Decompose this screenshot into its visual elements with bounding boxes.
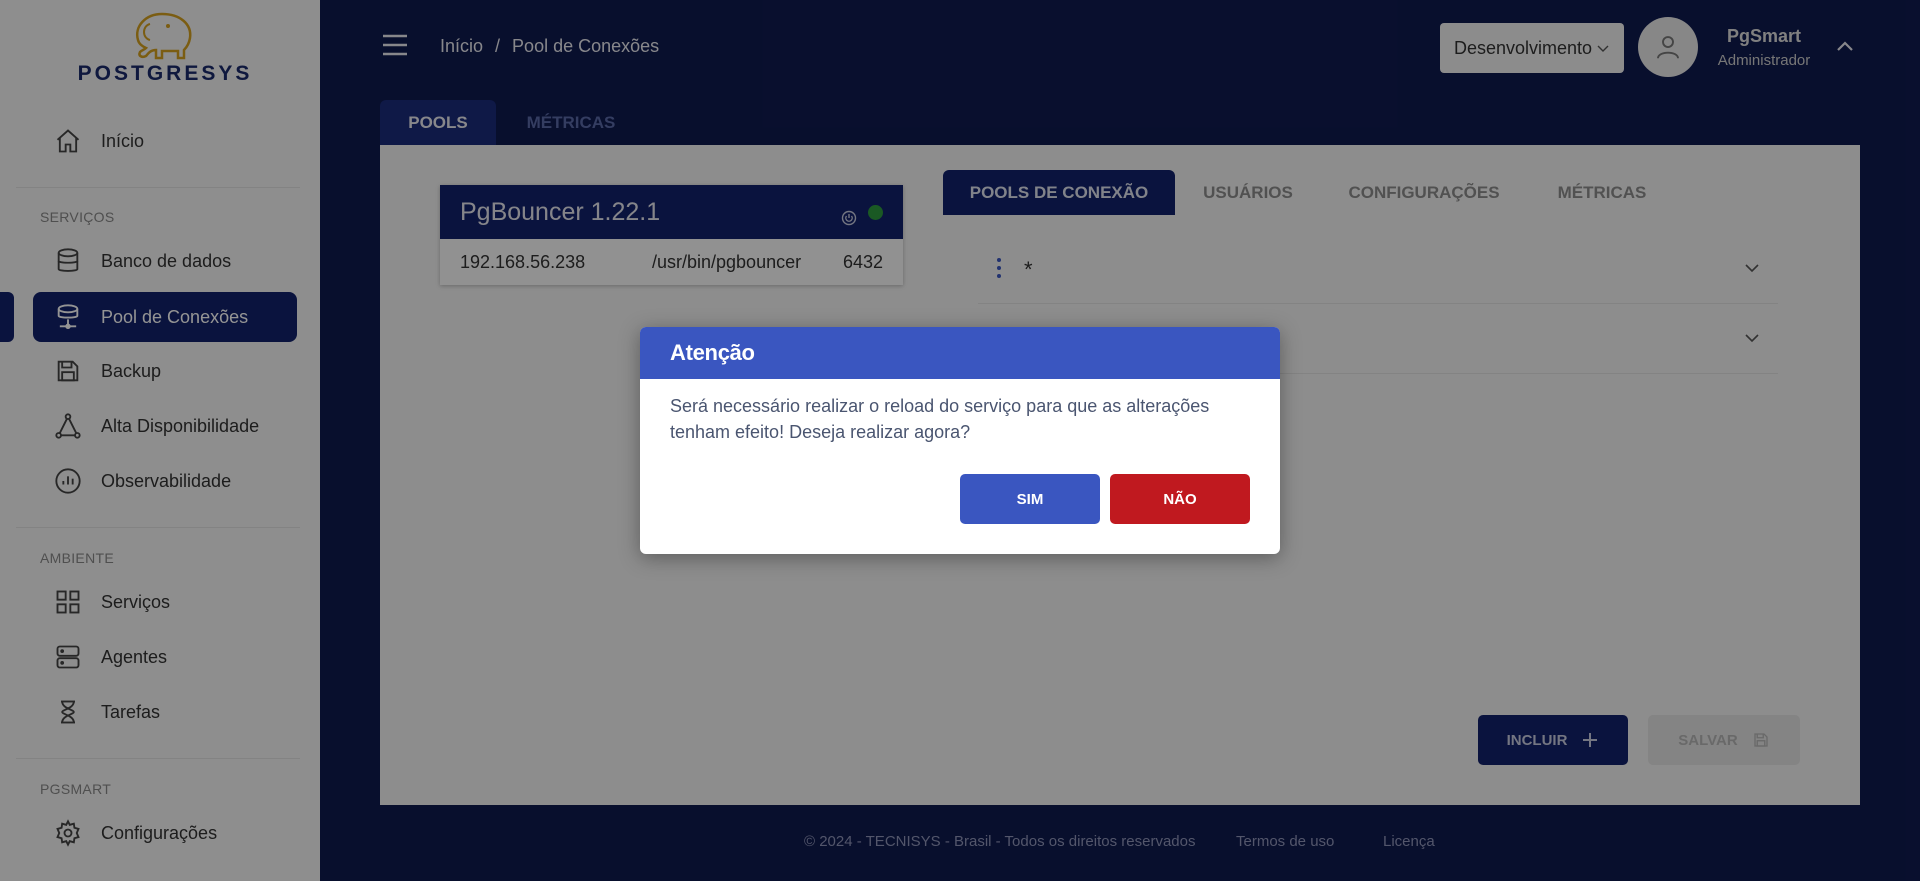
dialog-title: Atenção xyxy=(640,327,1280,379)
yes-button[interactable]: SIM xyxy=(960,474,1100,524)
dialog-message: Será necessário realizar o reload do ser… xyxy=(670,396,1210,442)
confirm-dialog: Atenção Será necessário realizar o reloa… xyxy=(640,327,1280,554)
no-button[interactable]: NÃO xyxy=(1110,474,1250,524)
